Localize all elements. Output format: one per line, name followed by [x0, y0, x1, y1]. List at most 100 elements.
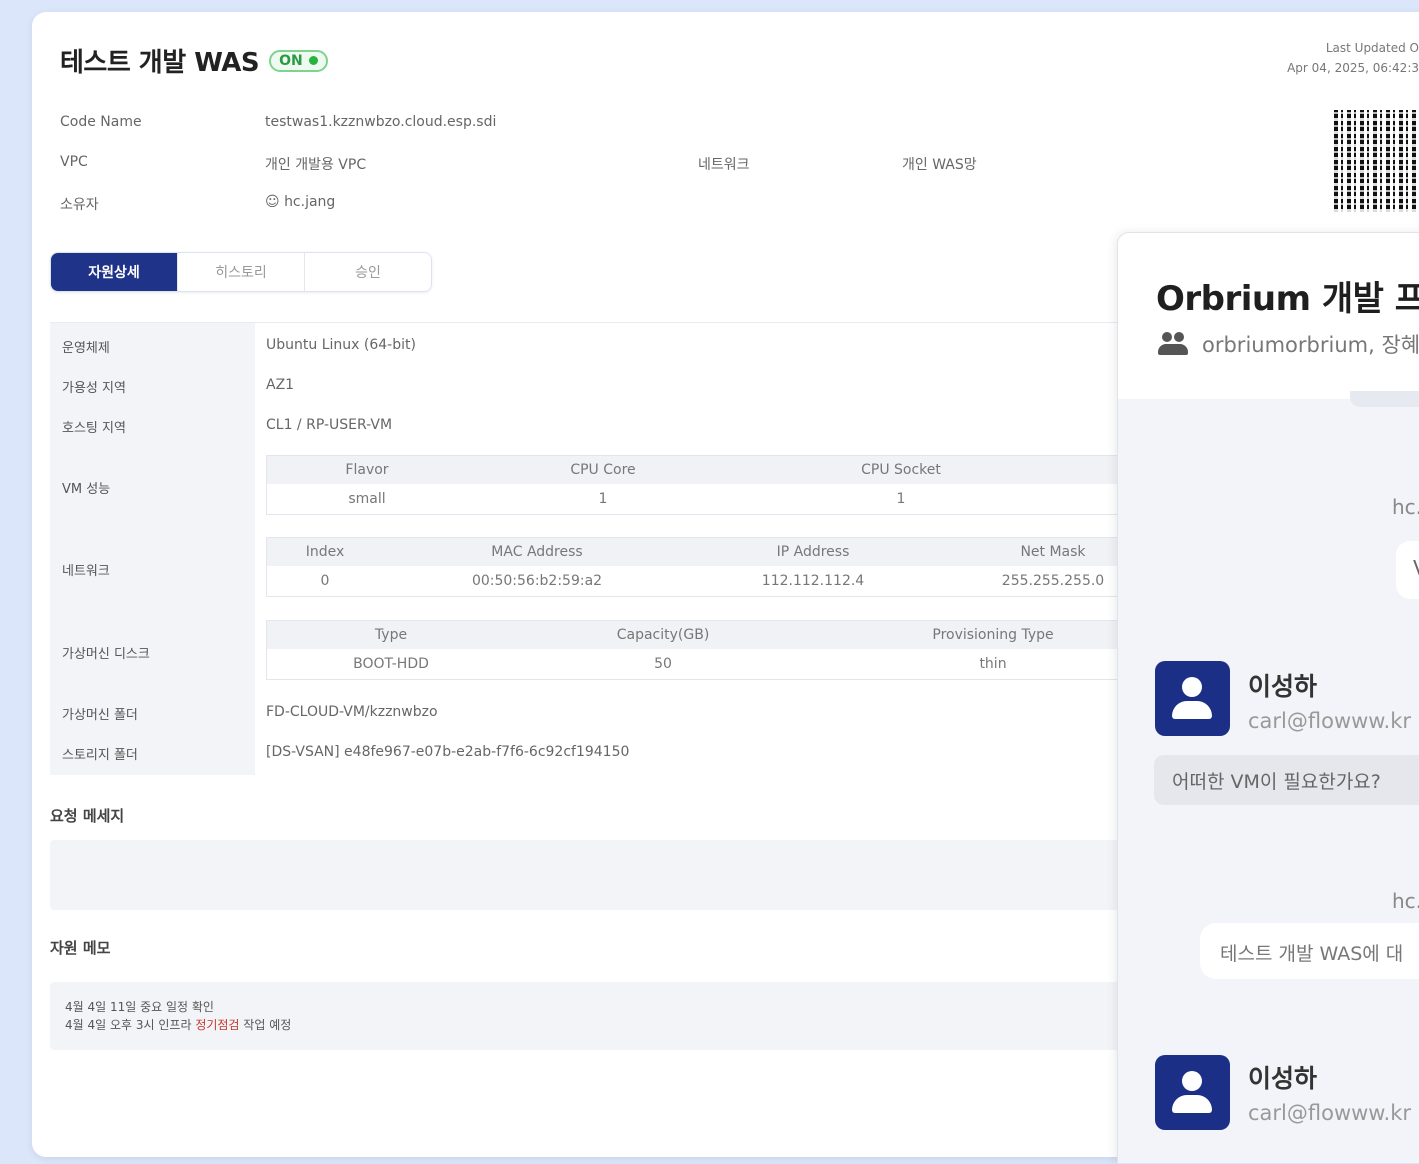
chat-members[interactable]: orbriumorbrium, 장혜 — [1158, 329, 1419, 359]
column-header: Net Mask — [1020, 544, 1086, 560]
user-name: 이성하 — [1248, 672, 1318, 701]
user-email: carl@flowww.kr — [1248, 709, 1412, 733]
column-header: CPU Socket — [861, 462, 941, 478]
user-name: 이성하 — [1248, 1064, 1318, 1093]
message-sender: hc. — [1392, 889, 1419, 913]
people-icon — [1158, 332, 1188, 356]
resource-memo-title: 자원 메모 — [50, 939, 111, 957]
table-cell: 50 — [654, 656, 672, 672]
scroll-cap — [1350, 391, 1419, 407]
status-badge-label: ON — [279, 52, 303, 69]
table-cell: thin — [979, 656, 1007, 672]
table-row: 0 00:50:56:b2:59:a2 112.112.112.4 255.25… — [267, 566, 1127, 596]
hosting-value: CL1 / RP-USER-VM — [266, 417, 393, 433]
os-label: 운영체제 — [62, 341, 110, 356]
vm-folder-label: 가상머신 폴더 — [62, 708, 138, 723]
table-cell: 1 — [896, 491, 906, 507]
table-header: Index MAC Address IP Address Net Mask — [267, 538, 1127, 566]
hosting-label: 호스팅 지역 — [62, 421, 126, 436]
chat-title: Orbrium 개발 프로 — [1156, 279, 1419, 319]
avatar[interactable] — [1155, 661, 1230, 736]
resource-detail-table: 운영체제 Ubuntu Linux (64-bit) 가용성 지역 AZ1 호스… — [50, 322, 1128, 775]
message-text: 어떠한 VM이 필요한가요? — [1172, 771, 1381, 793]
column-header: CPU Core — [570, 462, 636, 478]
chat-members-text: orbriumorbrium, 장혜 — [1202, 333, 1419, 357]
storage-folder-label: 스토리지 폴더 — [62, 748, 138, 763]
chat-panel: Orbrium 개발 프로 orbriumorbrium, 장혜 hc. V 이… — [1117, 232, 1419, 1164]
az-value: AZ1 — [266, 377, 295, 393]
memo-line-2-prefix: 4월 4일 오후 3시 인프라 — [65, 1018, 196, 1032]
chat-header: Orbrium 개발 프로 orbriumorbrium, 장혜 — [1118, 233, 1419, 399]
status-badge: ON — [269, 49, 328, 72]
disk-table: Type Capacity(GB) Provisioning Type BOOT… — [266, 620, 1128, 680]
table-header: Type Capacity(GB) Provisioning Type — [267, 621, 1127, 649]
table-cell: 0 — [320, 573, 330, 589]
code-name-value: testwas1.kzznwbzo.cloud.esp.sdi — [265, 114, 497, 130]
owner-label: 소유자 — [60, 197, 99, 213]
message-sender: hc. — [1392, 495, 1419, 519]
tab-resource-detail[interactable]: 자원상세 — [51, 253, 177, 291]
memo-line-2: 4월 4일 오후 3시 인프라 정기점검 작업 예정 — [65, 1016, 291, 1033]
vpc-value: 개인 개발용 VPC — [265, 157, 367, 173]
vm-spec-label: VM 성능 — [62, 482, 111, 497]
memo-highlight: 정기점검 — [195, 1018, 240, 1032]
vm-spec-table: Flavor CPU Core CPU Socket small 1 1 — [266, 455, 1128, 515]
owner-value: hc.jang — [284, 194, 336, 210]
owner-field: ☺ hc.jang — [265, 194, 335, 210]
avatar-head — [1182, 677, 1202, 697]
message-text: 테스트 개발 WAS에 대 — [1220, 943, 1404, 965]
avatar[interactable] — [1155, 1055, 1230, 1130]
column-header: Index — [305, 544, 345, 560]
last-updated-label: Last Updated O — [1325, 41, 1419, 55]
vm-folder-value: FD-CLOUD-VM/kzznwbzo — [266, 704, 438, 720]
memo-line-2-suffix: 작업 예정 — [239, 1018, 292, 1032]
column-header: Type — [374, 627, 408, 643]
table-header: Flavor CPU Core CPU Socket — [267, 456, 1127, 484]
table-cell: BOOT-HDD — [353, 656, 429, 672]
user-email: carl@flowww.kr — [1248, 1101, 1412, 1125]
user-icon: ☺ — [265, 194, 280, 210]
network-value: 개인 WAS망 — [902, 157, 977, 173]
table-row: small 1 1 — [267, 484, 1127, 514]
request-message-box — [50, 840, 1130, 910]
table-cell: 1 — [598, 491, 608, 507]
code-name-label: Code Name — [60, 114, 142, 130]
resource-memo-box[interactable]: 4월 4일 11일 중요 일정 확인 4월 4일 오후 3시 인프라 정기점검 … — [50, 982, 1130, 1050]
title-row: 테스트 개발 WAS ON — [60, 42, 328, 79]
column-header: Capacity(GB) — [616, 627, 710, 643]
avatar-body — [1172, 701, 1212, 719]
table-row: BOOT-HDD 50 thin — [267, 649, 1127, 679]
status-dot-icon — [308, 56, 318, 65]
column-header: Provisioning Type — [932, 627, 1054, 643]
tab-history[interactable]: 히스토리 — [177, 253, 304, 291]
column-header: Flavor — [345, 462, 389, 478]
qr-code-icon — [1334, 110, 1419, 212]
table-cell: 255.255.255.0 — [1001, 573, 1105, 589]
os-value: Ubuntu Linux (64-bit) — [266, 337, 416, 353]
tab-approval[interactable]: 승인 — [304, 253, 431, 291]
page-title: 테스트 개발 WAS — [60, 48, 260, 78]
avatar-body — [1172, 1095, 1212, 1113]
column-header: IP Address — [776, 544, 850, 560]
storage-folder-value: [DS-VSAN] e48fe967-e07b-e2ab-f7f6-6c92cf… — [266, 744, 630, 760]
disk-label: 가상머신 디스크 — [62, 647, 150, 662]
message-text: V — [1413, 556, 1419, 580]
table-cell: 00:50:56:b2:59:a2 — [471, 573, 603, 589]
message-bubble: 어떠한 VM이 필요한가요? — [1154, 755, 1419, 805]
table-cell: small — [348, 491, 386, 507]
request-message-title: 요청 메세지 — [50, 807, 125, 825]
last-updated: Last Updated O Apr 04, 2025, 06:42:3 — [1287, 38, 1419, 78]
network-detail-label: 네트워크 — [62, 564, 110, 579]
tab-bar: 자원상세 히스토리 승인 — [50, 252, 432, 292]
network-table: Index MAC Address IP Address Net Mask 0 … — [266, 537, 1128, 597]
column-header: MAC Address — [491, 544, 583, 560]
message-bubble: 테스트 개발 WAS에 대 — [1200, 923, 1419, 979]
last-updated-value: Apr 04, 2025, 06:42:3 — [1287, 61, 1419, 75]
az-label: 가용성 지역 — [62, 381, 126, 396]
avatar-head — [1182, 1071, 1202, 1091]
vpc-label: VPC — [60, 154, 88, 170]
table-cell: 112.112.112.4 — [761, 573, 865, 589]
network-label: 네트워크 — [698, 157, 750, 173]
memo-line-1: 4월 4일 11일 중요 일정 확인 — [65, 1000, 214, 1014]
message-bubble: V — [1396, 541, 1419, 599]
